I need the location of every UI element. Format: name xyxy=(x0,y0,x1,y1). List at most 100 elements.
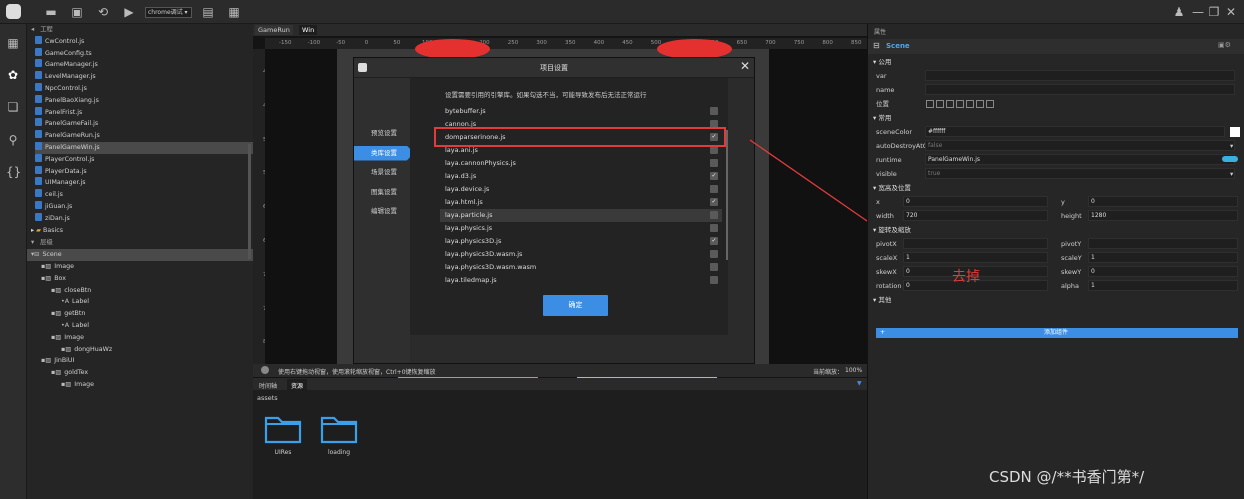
settings-nav-item[interactable]: 编辑设置 xyxy=(354,204,410,219)
folder-loading[interactable]: loading xyxy=(319,412,359,456)
unchecked-checkbox[interactable] xyxy=(710,263,718,271)
property-input[interactable]: 0 xyxy=(903,196,1048,207)
layer-item[interactable]: ▪▨ closeBtn xyxy=(27,285,253,297)
property-input[interactable]: 720 xyxy=(903,210,1048,221)
layer-item[interactable]: ▪▨ getBtn xyxy=(27,308,253,320)
property-input[interactable]: 1280 xyxy=(1088,210,1238,221)
align-icon[interactable] xyxy=(976,100,984,108)
property-group-header[interactable]: ▾ 其他 xyxy=(868,293,1244,307)
dropdown-icon[interactable]: ▾ xyxy=(1230,167,1233,181)
file-item[interactable]: ceil.js xyxy=(35,189,253,201)
library-item[interactable]: laya.d3.js ✓ xyxy=(440,170,722,183)
unchecked-checkbox[interactable] xyxy=(710,146,718,154)
file-item[interactable]: PanelGameWin.js xyxy=(35,141,253,154)
build-icon[interactable]: ⟲ xyxy=(96,5,110,19)
settings-nav-item[interactable]: 图集设置 xyxy=(354,185,410,200)
grid-icon[interactable]: ▦ xyxy=(227,5,241,19)
settings-nav-item[interactable]: 预览设置 xyxy=(354,126,410,141)
collapse-icon[interactable]: ◂ xyxy=(31,26,34,33)
library-item[interactable]: laya.device.js xyxy=(440,183,722,196)
settings-nav-item[interactable]: 场景设置 xyxy=(354,165,410,180)
align-icon[interactable] xyxy=(986,100,994,108)
file-item[interactable]: UIManager.js xyxy=(35,177,253,189)
play-icon[interactable]: ▶ xyxy=(122,5,136,19)
user-icon[interactable]: ♟ xyxy=(1172,5,1186,19)
save-icon[interactable]: ▣ xyxy=(70,5,84,19)
file-item[interactable]: PlayerControl.js xyxy=(35,153,253,166)
layer-item[interactable]: ▾⊟ Scene xyxy=(27,249,253,261)
file-item[interactable]: NpcControl.js xyxy=(35,82,253,95)
align-icon[interactable] xyxy=(956,100,964,108)
layer-item[interactable]: ▪▨ Image xyxy=(27,332,253,344)
file-item[interactable]: PlayerData.js xyxy=(35,165,253,178)
tab-win[interactable]: Win xyxy=(299,25,318,35)
library-item[interactable]: laya.physics3D.wasm.wasm xyxy=(440,261,722,274)
layer-item[interactable]: ▪▨ Image xyxy=(27,261,253,273)
checked-checkbox[interactable]: ✓ xyxy=(710,198,718,206)
search-icon[interactable]: ⚲ xyxy=(6,133,20,147)
palette-icon[interactable]: ✿ xyxy=(6,68,20,82)
property-input[interactable] xyxy=(903,238,1048,249)
folder-uires[interactable]: UIRes xyxy=(263,412,303,456)
checked-checkbox[interactable]: ✓ xyxy=(710,172,718,180)
property-input[interactable] xyxy=(1088,238,1238,249)
library-item[interactable]: laya.physics3D.wasm.js xyxy=(440,248,722,261)
file-item[interactable]: PanelFrist.js xyxy=(35,106,253,119)
property-input[interactable] xyxy=(925,70,1235,81)
property-input[interactable]: 0 xyxy=(1088,196,1238,207)
restore-icon[interactable]: ❐ xyxy=(1207,5,1221,19)
property-input[interactable] xyxy=(925,84,1235,95)
property-input[interactable]: 1 xyxy=(1088,252,1238,263)
unchecked-checkbox[interactable] xyxy=(710,107,718,115)
publish-icon[interactable]: ▤ xyxy=(201,5,215,19)
close-window-icon[interactable]: ✕ xyxy=(1224,5,1238,19)
property-input[interactable]: 0 xyxy=(1088,266,1238,277)
unchecked-checkbox[interactable] xyxy=(710,159,718,167)
file-item[interactable]: ziDan.js xyxy=(35,212,253,225)
tab-timeline[interactable]: 时间轴 xyxy=(259,381,277,390)
library-item[interactable]: bytebuffer.js xyxy=(440,105,722,118)
layer-item[interactable]: •A Label xyxy=(27,320,253,332)
folder-basics[interactable]: ▸ ▰ Basics xyxy=(27,225,253,237)
checked-checkbox[interactable]: ✓ xyxy=(710,237,718,245)
tab-gamerun[interactable]: GameRun xyxy=(255,25,293,35)
library-item[interactable]: laya.cannonPhysics.js xyxy=(440,157,722,170)
library-item[interactable]: laya.tiledmap.js xyxy=(440,274,722,287)
bottom-dropdown-icon[interactable]: ▼ xyxy=(857,380,862,387)
layer-item[interactable]: ▪▨ Box xyxy=(27,273,253,285)
zoom-value[interactable]: 100% xyxy=(845,367,862,374)
property-input[interactable]: PanelGameWin.js xyxy=(925,154,1235,165)
color-swatch[interactable] xyxy=(1230,127,1240,137)
file-item[interactable]: GameManager.js xyxy=(35,59,253,71)
property-input[interactable]: 1 xyxy=(1088,280,1238,291)
tree-scrollbar[interactable] xyxy=(248,144,251,259)
header-tools-icon[interactable]: ▣⚙ xyxy=(1218,41,1231,49)
unchecked-checkbox[interactable] xyxy=(710,185,718,193)
dropdown-icon[interactable]: ▾ xyxy=(1230,139,1233,153)
library-item[interactable]: laya.html.js ✓ xyxy=(440,196,722,209)
file-item[interactable]: PanelGameFail.js xyxy=(35,118,253,130)
layer-item[interactable]: ▪▨ dongHuaWz xyxy=(27,344,253,356)
property-group-header[interactable]: ▾ 常用 xyxy=(868,111,1244,125)
layer-item[interactable]: ▪▨ JinBiUI xyxy=(27,355,253,367)
folder-icon[interactable]: ▬ xyxy=(44,5,58,19)
unchecked-checkbox[interactable] xyxy=(710,211,718,219)
layer-item[interactable]: ▪▨ Image xyxy=(27,379,253,391)
file-item[interactable]: LevelManager.js xyxy=(35,71,253,83)
code-icon[interactable]: {} xyxy=(6,165,21,179)
script-badge[interactable] xyxy=(1222,156,1238,162)
settings-nav-item[interactable]: 类库设置 xyxy=(354,145,414,161)
align-icon[interactable] xyxy=(936,100,944,108)
run-target-select[interactable]: chrome调试 ▾ xyxy=(145,7,192,18)
library-item[interactable]: laya.physics.js xyxy=(440,222,722,235)
align-icon[interactable] xyxy=(926,100,934,108)
property-group-header[interactable]: ▾ 宽高及位置 xyxy=(868,181,1244,195)
confirm-button[interactable]: 确定 xyxy=(543,295,608,316)
layer-item[interactable]: ▪▨ goldTex xyxy=(27,367,253,379)
property-group-header[interactable]: ▾ 公用 xyxy=(868,55,1244,69)
dialog-close-icon[interactable]: ✕ xyxy=(740,59,750,73)
unchecked-checkbox[interactable] xyxy=(710,224,718,232)
property-group-header[interactable]: ▾ 旋转及缩放 xyxy=(868,223,1244,237)
file-item[interactable]: GameConfig.ts xyxy=(35,47,253,60)
align-icon[interactable] xyxy=(966,100,974,108)
